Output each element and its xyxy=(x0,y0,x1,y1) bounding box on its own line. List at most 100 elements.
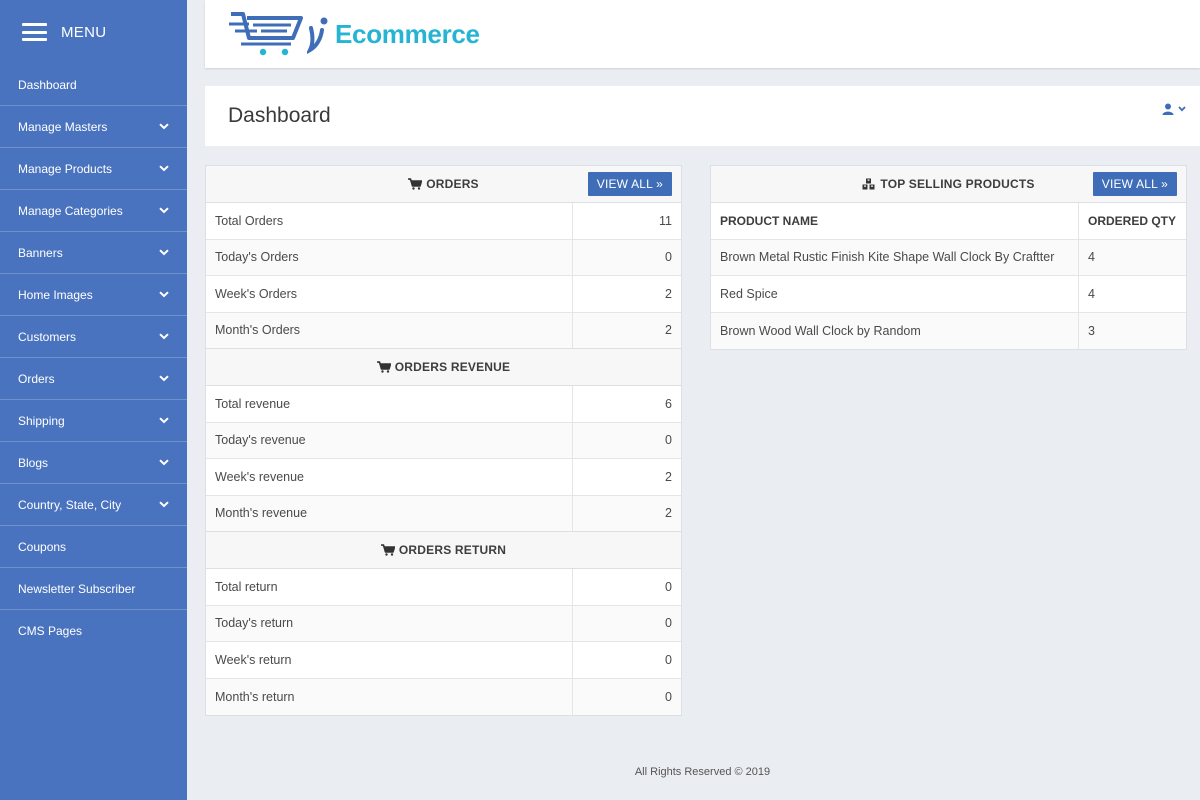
sidebar-item-dashboard[interactable]: Dashboard xyxy=(0,64,187,106)
returns-section-title: ORDERS RETURN xyxy=(398,543,507,557)
table-row: Month's revenue 2 xyxy=(206,495,681,532)
brand-logo[interactable]: Ecommerce xyxy=(227,8,480,60)
sidebar-item-coupons[interactable]: Coupons xyxy=(0,526,187,568)
row-value: 0 xyxy=(665,652,672,667)
column-header-product-name: PRODUCT NAME xyxy=(711,203,1079,239)
table-row: Brown Metal Rustic Finish Kite Shape Wal… xyxy=(711,239,1186,276)
row-value: 2 xyxy=(665,469,672,484)
menu-toggle[interactable]: MENU xyxy=(0,0,187,64)
sidebar-item-label: Country, State, City xyxy=(18,497,122,512)
table-row: Total return 0 xyxy=(206,569,681,606)
row-value: 0 xyxy=(665,433,672,448)
revenue-section-title: ORDERS REVENUE xyxy=(394,360,511,374)
row-value: 0 xyxy=(665,579,672,594)
products-view-all-button[interactable]: VIEW ALL » xyxy=(1092,172,1177,196)
chevron-down-icon xyxy=(159,206,169,216)
top-selling-header: TOP SELLING PRODUCTS VIEW ALL » xyxy=(711,166,1186,203)
sidebar-item-label: Blogs xyxy=(18,455,49,470)
sidebar-item-home-images[interactable]: Home Images xyxy=(0,274,187,316)
row-label: Month's Orders xyxy=(206,312,573,348)
sidebar-item-label: Orders xyxy=(18,371,55,386)
sidebar-item-manage-masters[interactable]: Manage Masters xyxy=(0,106,187,148)
row-value: 11 xyxy=(659,213,672,228)
product-qty: 4 xyxy=(1088,250,1095,265)
row-value: 0 xyxy=(665,250,672,265)
sidebar: MENU Dashboard Manage Masters Manage Pro… xyxy=(0,0,187,800)
row-label: Total return xyxy=(206,569,573,605)
row-label: Today's Orders xyxy=(206,239,573,275)
product-qty: 4 xyxy=(1088,286,1095,301)
sidebar-item-banners[interactable]: Banners xyxy=(0,232,187,274)
shopping-cart-icon xyxy=(380,544,395,556)
sidebar-item-label: Newsletter Subscriber xyxy=(18,581,136,596)
sidebar-item-label: Manage Products xyxy=(18,161,113,176)
row-value: 2 xyxy=(665,286,672,301)
table-row: Month's Orders 2 xyxy=(206,312,681,349)
orders-panel: ORDERS VIEW ALL » Total Orders 11 Today's… xyxy=(205,165,682,716)
table-row: Week's Orders 2 xyxy=(206,276,681,313)
chevron-down-icon xyxy=(159,416,169,426)
table-row: Total revenue 6 xyxy=(206,386,681,423)
user-menu-button[interactable] xyxy=(1162,103,1186,115)
row-label: Total Orders xyxy=(206,203,573,239)
hamburger-icon[interactable] xyxy=(22,23,47,41)
sidebar-item-country-state-city[interactable]: Country, State, City xyxy=(0,484,187,526)
sidebar-item-label: Customers xyxy=(18,329,77,344)
chevron-down-icon xyxy=(159,248,169,258)
cubes-icon xyxy=(862,178,876,190)
sidebar-item-cms-pages[interactable]: CMS Pages xyxy=(0,610,187,652)
sidebar-item-label: CMS Pages xyxy=(18,624,83,638)
chevron-down-icon xyxy=(159,122,169,132)
row-label: Week's Orders xyxy=(206,276,573,312)
sidebar-item-label: Home Images xyxy=(18,287,93,302)
revenue-section-header: ORDERS REVENUE xyxy=(206,349,681,386)
table-row: Week's revenue 2 xyxy=(206,459,681,496)
sidebar-item-blogs[interactable]: Blogs xyxy=(0,442,187,484)
logo-text: Ecommerce xyxy=(335,18,480,49)
sidebar-item-manage-categories[interactable]: Manage Categories xyxy=(0,190,187,232)
user-icon xyxy=(1162,103,1174,115)
sidebar-item-manage-products[interactable]: Manage Products xyxy=(0,148,187,190)
chevron-down-icon xyxy=(159,458,169,468)
row-label: Week's return xyxy=(206,642,573,678)
table-row: Week's return 0 xyxy=(206,642,681,679)
product-name: Brown Wood Wall Clock by Random xyxy=(711,312,1079,349)
chevron-down-icon xyxy=(159,290,169,300)
table-row: Today's return 0 xyxy=(206,605,681,642)
chevron-down-icon xyxy=(159,164,169,174)
product-name: Brown Metal Rustic Finish Kite Shape Wal… xyxy=(711,239,1079,275)
menu-title: MENU xyxy=(61,23,107,41)
row-value: 0 xyxy=(665,689,672,704)
logo-mark-icon xyxy=(307,17,328,54)
sidebar-item-label: Manage Masters xyxy=(18,119,108,134)
row-value: 2 xyxy=(665,506,672,521)
sidebar-item-shipping[interactable]: Shipping xyxy=(0,400,187,442)
table-row: Month's return 0 xyxy=(206,678,681,715)
table-row: Today's revenue 0 xyxy=(206,422,681,459)
top-selling-title: TOP SELLING PRODUCTS xyxy=(880,177,1035,191)
row-label: Month's revenue xyxy=(206,495,573,531)
orders-view-all-button[interactable]: VIEW ALL » xyxy=(587,172,672,196)
orders-section-header: ORDERS VIEW ALL » xyxy=(206,166,681,203)
row-label: Today's return xyxy=(206,605,573,641)
chevron-down-icon xyxy=(159,374,169,384)
sidebar-item-customers[interactable]: Customers xyxy=(0,316,187,358)
sidebar-item-newsletter-subscriber[interactable]: Newsletter Subscriber xyxy=(0,568,187,610)
column-header-ordered-qty: ORDERED QTY xyxy=(1088,213,1177,228)
page-title: Dashboard xyxy=(228,104,331,127)
row-label: Month's return xyxy=(206,678,573,715)
chevron-down-icon xyxy=(159,332,169,342)
orders-section-title: ORDERS xyxy=(426,177,479,191)
table-row: Total Orders 11 xyxy=(206,203,681,240)
sidebar-item-orders[interactable]: Orders xyxy=(0,358,187,400)
sidebar-item-label: Banners xyxy=(18,245,63,260)
row-value: 0 xyxy=(665,616,672,631)
chevron-down-icon xyxy=(1178,106,1186,112)
footer-copyright: All Rights Reserved © 2019 xyxy=(634,766,771,778)
cart-logo-icon xyxy=(229,12,303,56)
sidebar-item-label: Manage Categories xyxy=(18,203,123,218)
row-value: 6 xyxy=(665,396,672,411)
product-qty: 3 xyxy=(1088,323,1095,338)
row-value: 2 xyxy=(665,323,672,338)
sidebar-item-label: Shipping xyxy=(18,413,65,428)
